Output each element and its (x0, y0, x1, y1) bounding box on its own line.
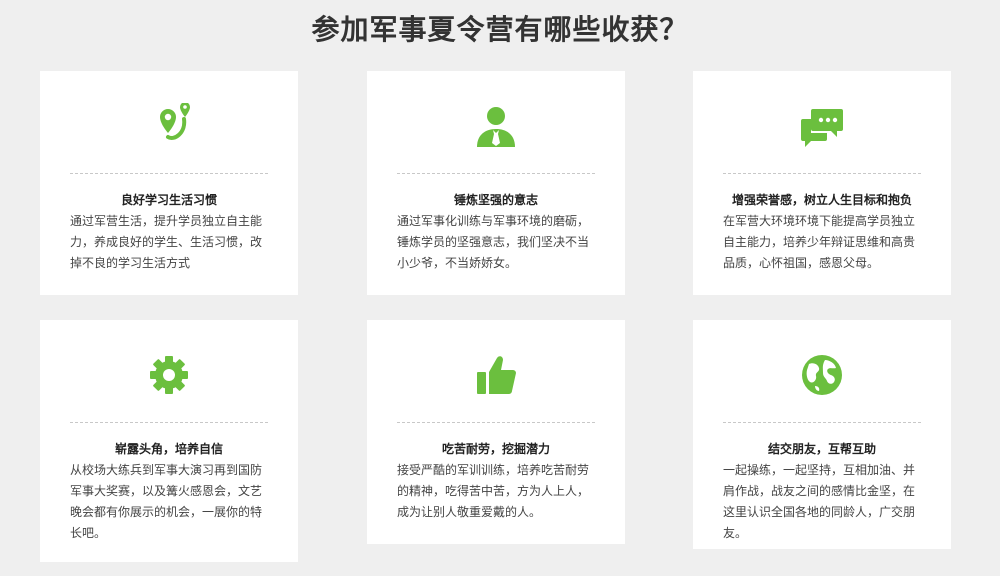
card-divider (723, 422, 921, 423)
card-description: 通过军营生活，提升学员独立自主能力，养成良好的学生、生活习惯，改掉不良的学习生活… (70, 214, 263, 270)
card-divider (397, 173, 595, 174)
card-divider (397, 422, 595, 423)
card-study-habits: 良好学习生活习惯 通过军营生活，提升学员独立自主能力，养成良好的学生、生活习惯，… (40, 71, 298, 295)
card-willpower: 锤炼坚强的意志 通过军事化训练与军事环境的磨砺，锤炼学员的坚强意志，我们坚决不当… (367, 71, 625, 295)
card-description: 在军营大环境环境下能提高学员独立自主能力，培养少年辩证思维和高贵品质，心怀祖国，… (723, 214, 916, 270)
card-title: 结交朋友，互帮互助 (767, 442, 876, 456)
card-title: 锤炼坚强的意志 (453, 193, 538, 207)
card-description: 从校场大练兵到军事大演习再到国防军事大奖赛，以及篝火感恩会，文艺晚会都有你展示的… (70, 463, 263, 540)
card-title: 崭露头角，培养自信 (114, 442, 223, 456)
globe-icon (799, 352, 845, 398)
page-title: 参加军事夏令营有哪些收获？ (311, 13, 689, 46)
card-title: 增强荣誉感，树立人生目标和抱负 (731, 193, 912, 207)
card-title: 良好学习生活习惯 (120, 193, 217, 207)
thumbs-up-icon (473, 352, 519, 398)
person-icon (473, 103, 519, 149)
card-divider (70, 422, 268, 423)
card-divider (70, 173, 268, 174)
card-friendship: 结交朋友，互帮互助 一起操练，一起坚持，互相加油、并肩作战，战友之间的感情比金坚… (693, 320, 951, 549)
chat-bubbles-icon (799, 103, 845, 149)
map-pin-route-icon (146, 103, 192, 149)
card-hardship: 吃苦耐劳，挖掘潜力 接受严酷的军训训练，培养吃苦耐劳的精神，吃得苦中苦，方为人上… (367, 320, 625, 544)
card-description: 接受严酷的军训训练，培养吃苦耐劳的精神，吃得苦中苦，方为人上人，成为让别人敬重爱… (397, 463, 590, 519)
card-title: 吃苦耐劳，挖掘潜力 (441, 442, 550, 456)
gear-icon (146, 352, 192, 398)
card-description: 通过军事化训练与军事环境的磨砺，锤炼学员的坚强意志，我们坚决不当小少爷，不当娇娇… (397, 214, 590, 270)
card-divider (723, 173, 921, 174)
card-description: 一起操练，一起坚持，互相加油、并肩作战，战友之间的感情比金坚，在这里认识全国各地… (723, 463, 916, 540)
card-confidence: 崭露头角，培养自信 从校场大练兵到军事大演习再到国防军事大奖赛，以及篝火感恩会，… (40, 320, 298, 562)
card-honor: 增强荣誉感，树立人生目标和抱负 在军营大环境环境下能提高学员独立自主能力，培养少… (693, 71, 951, 295)
